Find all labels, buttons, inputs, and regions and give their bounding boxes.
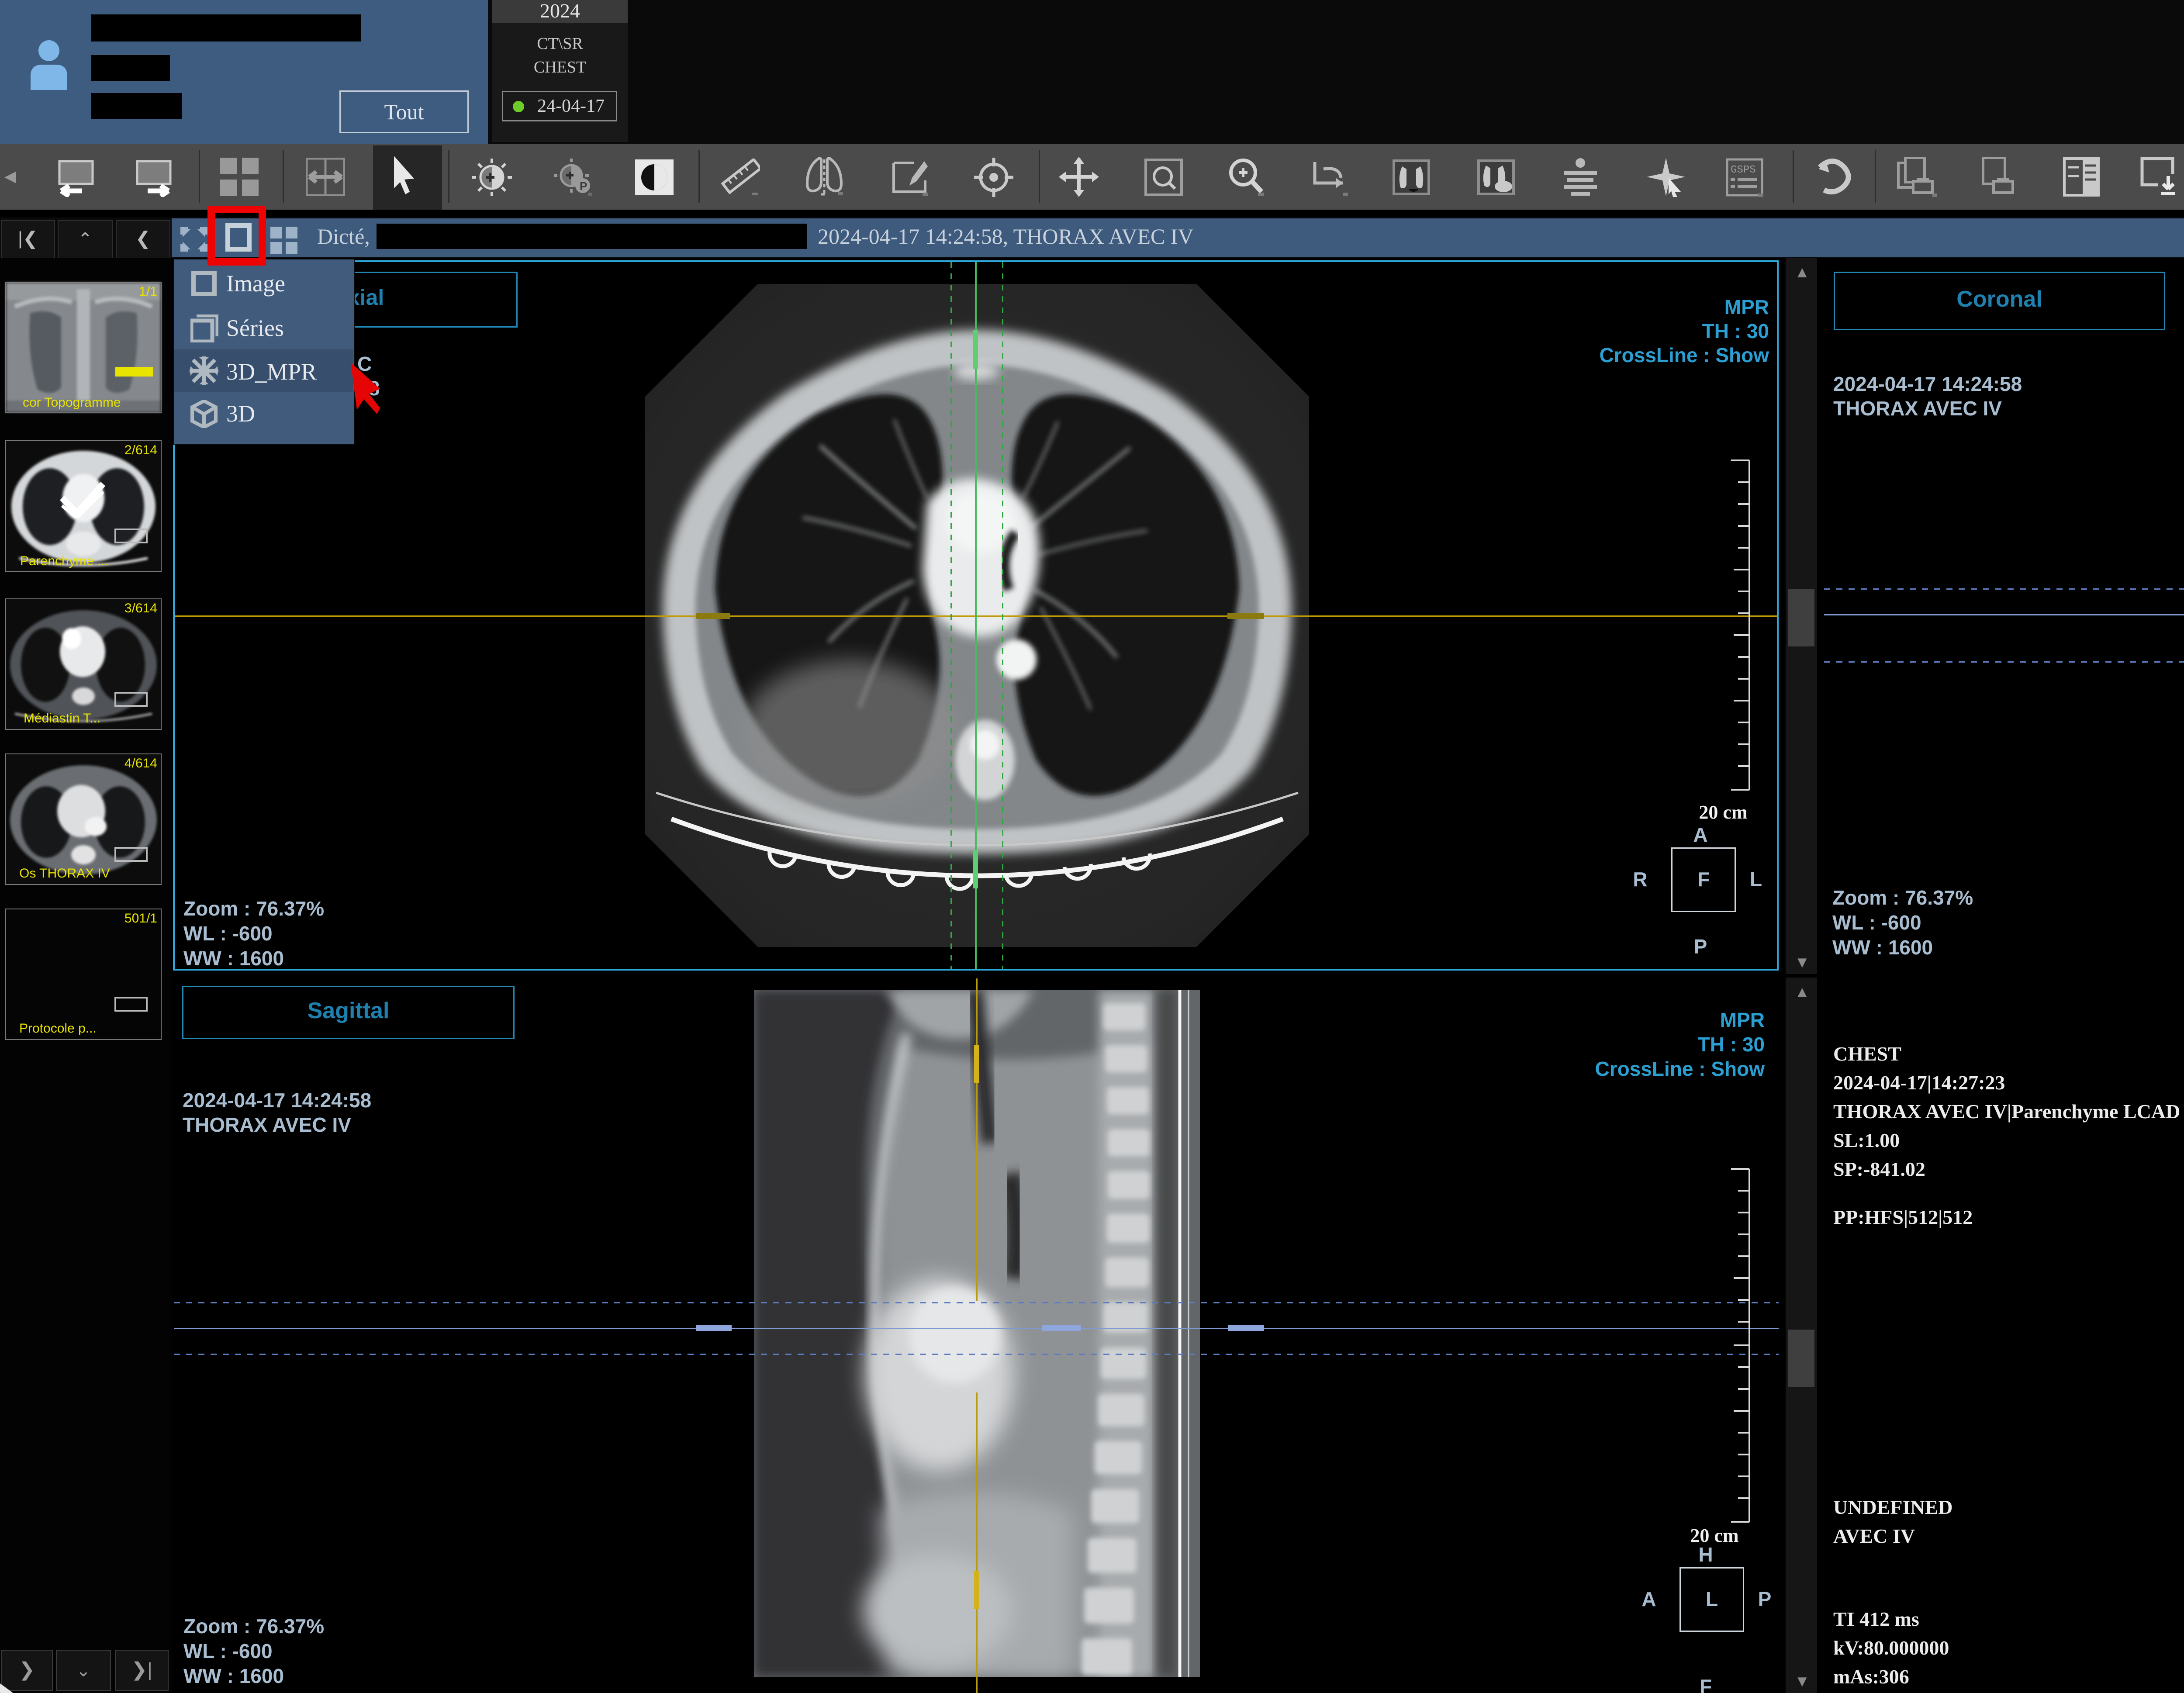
- svg-text:P: P: [580, 180, 587, 193]
- svg-text:GSPS: GSPS: [1731, 164, 1756, 176]
